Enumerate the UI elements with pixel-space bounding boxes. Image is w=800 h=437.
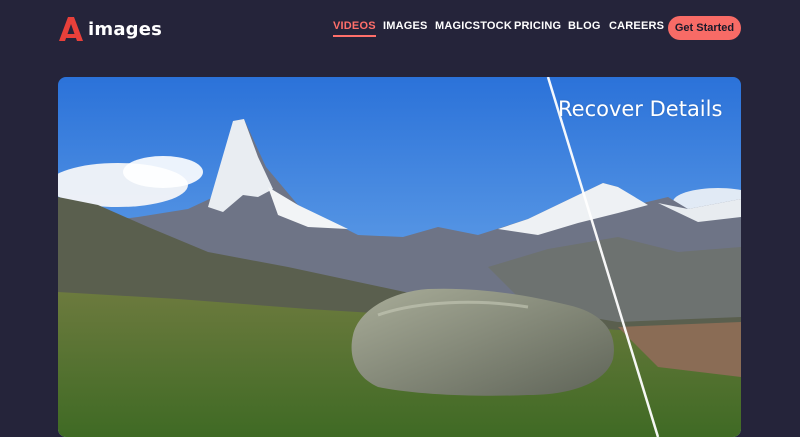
- site-header: images VIDEOS IMAGES MAGICSTOCK PRICING …: [0, 0, 800, 56]
- nav-item-images[interactable]: IMAGES: [383, 20, 428, 38]
- nav-item-blog[interactable]: BLOG: [568, 20, 601, 38]
- brand-name: images: [88, 18, 163, 40]
- nav-item-videos[interactable]: VIDEOS: [333, 20, 376, 38]
- nav-item-careers[interactable]: CAREERS: [609, 20, 664, 38]
- nav-item-pricing[interactable]: PRICING: [514, 20, 561, 38]
- a-logo-icon: [59, 17, 83, 41]
- brand-logo[interactable]: images: [58, 16, 162, 42]
- hero-overlay-label: Recover Details: [558, 97, 723, 121]
- hero-comparison-image[interactable]: Recover Details: [58, 77, 741, 437]
- mountain-landscape-image: [58, 77, 741, 437]
- get-started-button[interactable]: Get Started: [668, 16, 741, 40]
- nav-item-magicstock[interactable]: MAGICSTOCK: [435, 20, 512, 38]
